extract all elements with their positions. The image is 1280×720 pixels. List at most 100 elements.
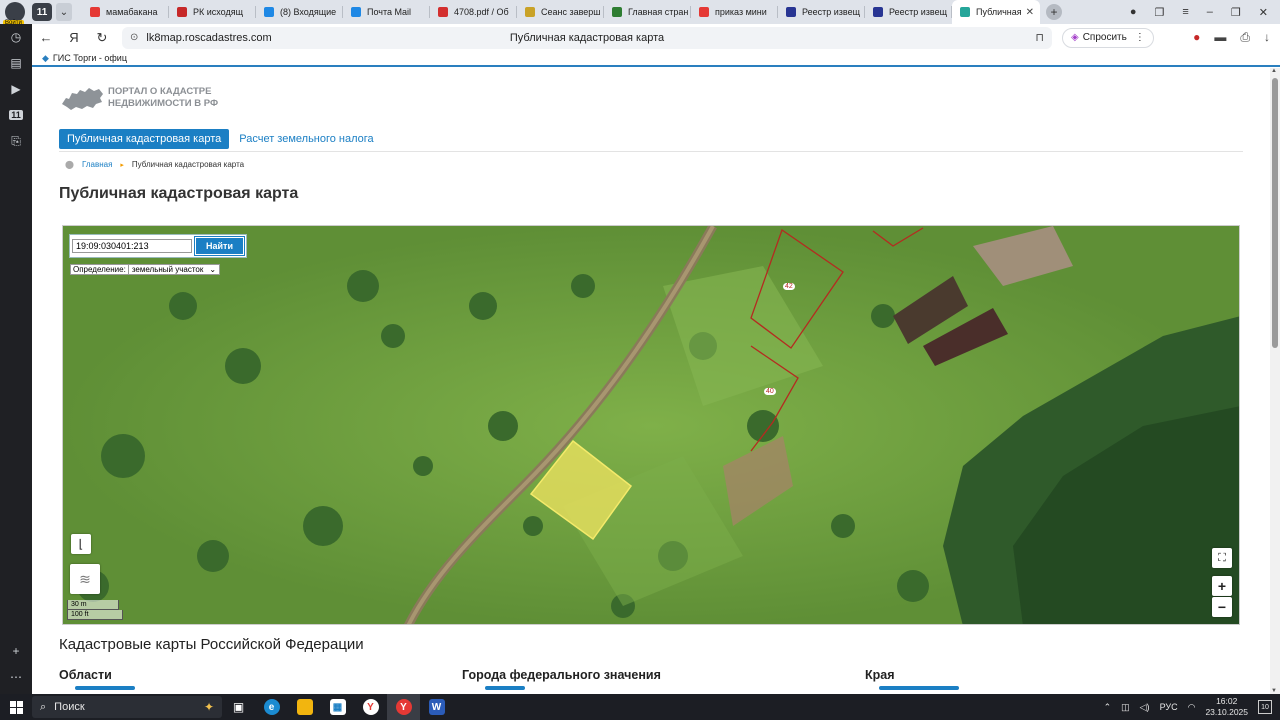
protect-icon[interactable]: ▬: [1214, 30, 1226, 45]
window-controls: ● ❐ ≡ – ❐ ✕: [1130, 6, 1280, 19]
cadastral-number-input[interactable]: [72, 239, 192, 253]
chevron-down-icon[interactable]: ⌄: [56, 3, 72, 21]
back-icon[interactable]: ←: [32, 30, 60, 45]
site-info-icon[interactable]: ⊙: [130, 32, 138, 43]
menu-item-land-tax[interactable]: Расчет земельного налога: [239, 133, 373, 145]
file-explorer-icon[interactable]: [288, 694, 321, 720]
translate-icon[interactable]: ⎙: [1240, 30, 1250, 45]
breadcrumb-home[interactable]: Главная: [82, 160, 112, 169]
page-scrollbar[interactable]: ▲ ▼: [1270, 68, 1280, 694]
store-icon[interactable]: ▦: [321, 694, 354, 720]
fullscreen-button[interactable]: ⛶: [1212, 548, 1232, 568]
profile-button[interactable]: Войти: [0, 0, 30, 26]
browser-tab[interactable]: приказ мини: [691, 0, 778, 24]
browser-tab[interactable]: Публичная ✕: [952, 0, 1040, 24]
cadastral-search: Найти: [69, 234, 247, 258]
ask-button[interactable]: ◈ Спросить ⋮: [1062, 27, 1154, 48]
close-tab-icon[interactable]: ✕: [1026, 7, 1034, 18]
notes-icon[interactable]: ▤: [0, 50, 32, 76]
word-icon[interactable]: W: [420, 694, 453, 720]
tab-label: приказ мини: [715, 7, 767, 17]
list-item[interactable]: [879, 686, 959, 690]
browser-tab[interactable]: мамабакана: [82, 0, 169, 24]
search-button[interactable]: Найти: [194, 236, 245, 256]
bookmark-item[interactable]: ГИС Торги - офиц: [53, 53, 127, 63]
list-item[interactable]: [75, 686, 135, 690]
scroll-up-icon[interactable]: ▲: [1271, 68, 1277, 74]
account-icon[interactable]: ●: [1130, 6, 1137, 18]
zoom-in-button[interactable]: +: [1212, 576, 1232, 596]
browser-tab[interactable]: (8) Входящие: [256, 0, 343, 24]
tab-favicon-icon: [612, 7, 622, 17]
language-indicator[interactable]: РУС: [1160, 702, 1178, 712]
downloads-icon[interactable]: ↓: [1264, 30, 1270, 45]
collections-icon[interactable]: ❐: [1154, 6, 1164, 19]
volume-icon[interactable]: ◁): [1140, 702, 1150, 713]
taskbar-search[interactable]: ⌕ Поиск ✦: [32, 696, 222, 718]
history-icon[interactable]: ◷: [0, 24, 32, 50]
yandex-browser-icon[interactable]: Y: [354, 694, 387, 720]
restore-icon[interactable]: ❐: [1231, 6, 1241, 19]
logo-line2: НЕДВИЖИМОСТИ В РФ: [108, 98, 219, 109]
task-view-icon[interactable]: ▣: [222, 694, 255, 720]
tab-label: Публичная: [976, 7, 1022, 17]
column-regions: Области: [59, 668, 112, 682]
scale-metric: 30 m: [67, 600, 119, 610]
browser-tab[interactable]: РК исходящ: [169, 0, 256, 24]
avatar: Войти: [3, 2, 25, 26]
clock[interactable]: 16:02 23.10.2025: [1205, 696, 1248, 718]
browser-tab[interactable]: 4708.pdf / Об: [430, 0, 517, 24]
new-tab-button[interactable]: +: [1046, 4, 1062, 20]
calendar-icon[interactable]: 11: [0, 102, 32, 128]
tab-label: Реестр извещ: [889, 7, 947, 17]
definition-select[interactable]: Определение: земельный участок ⌄: [70, 264, 221, 275]
minimize-icon[interactable]: –: [1207, 6, 1213, 18]
satellite-map-image: [63, 226, 1239, 624]
ask-more-icon[interactable]: ⋮: [1135, 32, 1145, 43]
location-pin-icon: ⬤: [65, 160, 74, 169]
start-button[interactable]: [0, 700, 32, 714]
edge-icon[interactable]: e: [255, 694, 288, 720]
layers-button[interactable]: ≋: [70, 564, 100, 594]
time: 16:02: [1216, 696, 1238, 706]
browser-tab[interactable]: Сеанс заверш: [517, 0, 604, 24]
browser-sidebar: ◷ ▤ ▶ 11 ⎘ + ⋯: [0, 24, 32, 694]
wifi-icon[interactable]: ◠: [1188, 702, 1196, 713]
cadastral-map[interactable]: 42 40 Найти Определение: земельный участ…: [62, 225, 1240, 625]
close-icon[interactable]: ✕: [1259, 6, 1268, 19]
yandex-browser-active-icon[interactable]: Y: [387, 694, 420, 720]
tab-counter[interactable]: 11: [32, 3, 52, 21]
extension-icon[interactable]: ●: [1193, 30, 1200, 45]
browser-tab[interactable]: Почта Mail: [343, 0, 430, 24]
site-logo[interactable]: ПОРТАЛ О КАДАСТРЕ НЕДВИЖИМОСТИ В РФ: [60, 84, 218, 112]
url-field[interactable]: ⊙ lk8map.roscadastres.com Публичная када…: [122, 26, 1052, 49]
zoom-out-button[interactable]: −: [1212, 597, 1232, 617]
menu-icon[interactable]: ≡: [1182, 6, 1188, 18]
list-item[interactable]: [485, 686, 525, 690]
video-icon[interactable]: ▶: [0, 76, 32, 102]
browser-tab[interactable]: Главная стран: [604, 0, 691, 24]
ai-icon: ◈: [1071, 32, 1079, 43]
search-icon: ⌕: [40, 700, 47, 713]
tab-label: Главная стран: [628, 7, 689, 17]
parcel-label-42[interactable]: 42: [783, 283, 795, 290]
network-icon[interactable]: ◫: [1121, 702, 1130, 713]
measure-tool-button[interactable]: ⌊: [71, 534, 91, 554]
screenshot-icon[interactable]: ⎘: [0, 128, 32, 154]
tab-label: Почта Mail: [367, 7, 411, 17]
chevron-up-icon[interactable]: ⌃: [1104, 702, 1112, 713]
browser-tab[interactable]: Реестр извещ: [865, 0, 952, 24]
parcel-label-40[interactable]: 40: [764, 388, 776, 395]
add-panel-icon[interactable]: +: [0, 638, 32, 664]
more-icon[interactable]: ⋯: [0, 664, 32, 690]
yandex-icon[interactable]: Я: [60, 30, 88, 45]
reload-icon[interactable]: ↻: [88, 30, 116, 46]
browser-tab[interactable]: Реестр извещ: [778, 0, 865, 24]
bookmark-icon[interactable]: ⊓: [1035, 31, 1044, 44]
notifications-icon[interactable]: 10: [1258, 700, 1272, 714]
breadcrumb: ⬤ Главная ▸ Публичная кадастровая карта: [65, 160, 244, 169]
menu-item-cadastral-map[interactable]: Публичная кадастровая карта: [59, 128, 230, 149]
definition-label: Определение:: [73, 265, 126, 274]
windows-taskbar: ⌕ Поиск ✦ ▣ e ▦ Y Y W ⌃ ◫ ◁) РУС ◠ 16:02…: [0, 694, 1280, 720]
scrollbar-thumb[interactable]: [1272, 78, 1278, 348]
